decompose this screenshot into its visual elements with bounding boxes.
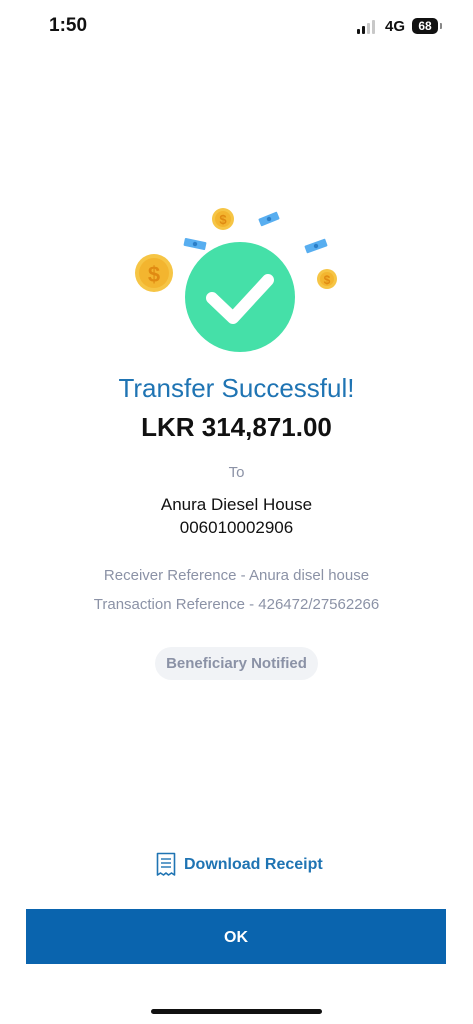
status-bar: 1:50 4G 68 xyxy=(0,0,473,54)
transfer-amount: LKR 314,871.00 xyxy=(141,412,332,442)
signal-strength-icon xyxy=(357,20,377,34)
to-label: To xyxy=(228,464,245,481)
receipt-icon xyxy=(156,852,176,876)
svg-text:$: $ xyxy=(219,212,227,227)
download-receipt-button[interactable]: Download Receipt xyxy=(156,851,323,879)
recipient-account-number: 006010002906 xyxy=(179,518,294,537)
status-time: 1:50 xyxy=(49,15,88,36)
network-type: 4G xyxy=(385,18,406,35)
success-illustration: $ $ $ xyxy=(0,190,473,370)
download-receipt-label: Download Receipt xyxy=(184,856,323,873)
battery-icon: 68 xyxy=(412,18,442,34)
ok-button[interactable]: OK xyxy=(26,909,446,964)
svg-text:$: $ xyxy=(148,262,160,287)
receiver-reference: Receiver Reference - Anura disel house xyxy=(103,567,370,584)
home-indicator[interactable] xyxy=(151,1009,322,1014)
beneficiary-notified-badge: Beneficiary Notified xyxy=(155,647,318,680)
transaction-reference: Transaction Reference - 426472/27562266 xyxy=(93,596,380,613)
success-check-with-coins-icon: $ $ $ xyxy=(135,208,337,352)
transfer-status-title: Transfer Successful! xyxy=(118,373,355,403)
beneficiary-badge-container: Beneficiary Notified xyxy=(0,647,473,680)
svg-text:$: $ xyxy=(324,273,331,287)
recipient-name: Anura Diesel House xyxy=(160,495,313,514)
